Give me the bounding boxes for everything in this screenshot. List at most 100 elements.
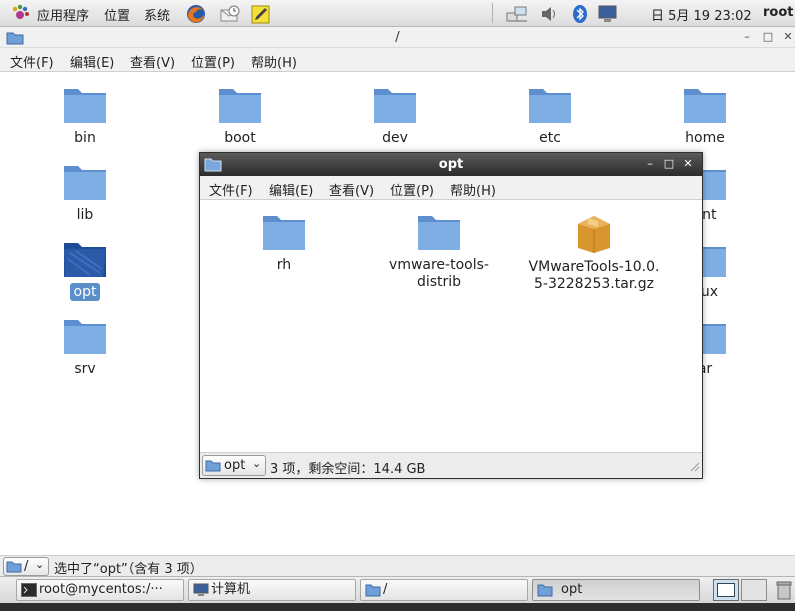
gnome-foot-icon[interactable]	[10, 4, 32, 26]
chevron-down-icon: ⌄	[35, 558, 45, 571]
main-menubar: 文件(F) 编辑(E) 查看(V) 位置(P) 帮助(H)	[0, 48, 795, 72]
close-button[interactable]: ✕	[781, 30, 795, 43]
folder-icon	[537, 584, 553, 597]
main-window-titlebar[interactable]: / – □ ✕	[0, 27, 795, 48]
folder-icon	[64, 243, 106, 277]
opt-window: opt – □ ✕ 文件(F) 编辑(E) 查看(V) 位置(P) 帮助(H) …	[199, 152, 703, 479]
folder-label-line1: vmware-tools-	[389, 257, 489, 273]
bluetooth-icon[interactable]	[569, 3, 591, 25]
volume-icon[interactable]	[538, 3, 560, 25]
panel-separator	[492, 3, 493, 23]
folder-item[interactable]: dev	[340, 85, 450, 147]
folder-item-vmware-tools-distrib[interactable]: vmware-tools-distrib	[384, 212, 494, 292]
terminal-icon	[21, 583, 37, 597]
folder-icon	[64, 320, 106, 354]
network-icon[interactable]	[505, 3, 527, 25]
taskbar-item-terminal[interactable]: root@mycentos:/···	[16, 579, 184, 601]
folder-label: home	[685, 130, 725, 146]
taskbar-label: opt	[561, 582, 583, 597]
mail-client-icon[interactable]	[219, 3, 241, 25]
taskbar-label: root@mycentos:/···	[39, 582, 163, 597]
folder-label: boot	[224, 130, 256, 146]
places-menu[interactable]: 位置	[104, 5, 130, 24]
maximize-button[interactable]: □	[761, 30, 775, 43]
trash-icon[interactable]	[775, 579, 793, 601]
archive-label-line2: 5-3228253.tar.gz	[534, 276, 654, 292]
folder-label: etc	[539, 130, 561, 146]
menu-view[interactable]: 查看(V)	[329, 180, 374, 199]
folder-label-line2: distrib	[416, 274, 462, 290]
archive-item-vmwaretools[interactable]: VMwareTools-10.0. 5-3228253.tar.gz	[524, 212, 664, 294]
minimize-button[interactable]: –	[644, 157, 656, 170]
folder-label: srv	[74, 361, 96, 377]
status-text: 选中了“opt”（含有 3 项）	[54, 562, 203, 577]
folder-icon	[529, 89, 571, 123]
notes-icon[interactable]	[250, 3, 272, 25]
folder-item[interactable]: lib	[30, 162, 140, 224]
taskbar-item-opt-folder[interactable]: opt	[532, 579, 700, 601]
menu-places[interactable]: 位置(P)	[390, 180, 434, 199]
taskbar-label: 计算机	[211, 582, 251, 597]
chevron-down-icon: ⌄	[252, 457, 262, 470]
window-title: opt	[438, 157, 464, 172]
minimize-button[interactable]: –	[740, 30, 754, 43]
location-dropdown[interactable]: opt ⌄	[202, 455, 266, 476]
clock[interactable]: 日 5月 19 23:02	[651, 5, 752, 24]
folder-item[interactable]: etc	[495, 85, 605, 147]
archive-label: VMwareTools-10.0. 5-3228253.tar.gz	[525, 258, 664, 294]
top-panel: 应用程序 位置 系统 日 5月 19 23:02 root	[0, 0, 795, 27]
user-name[interactable]: root	[763, 5, 794, 20]
folder-icon	[374, 89, 416, 123]
maximize-button[interactable]: □	[663, 157, 675, 170]
resize-grip-icon[interactable]	[688, 460, 700, 476]
menu-edit[interactable]: 编辑(E)	[269, 180, 313, 199]
folder-label: lib	[76, 207, 94, 223]
folder-icon	[263, 216, 305, 250]
folder-item[interactable]: boot	[185, 85, 295, 147]
menu-edit[interactable]: 编辑(E)	[70, 52, 114, 71]
folder-label: vmware-tools-distrib	[385, 256, 493, 292]
firefox-icon[interactable]	[185, 3, 207, 25]
folder-icon	[64, 166, 106, 200]
menu-view[interactable]: 查看(V)	[130, 52, 175, 71]
folder-label: opt	[69, 283, 101, 301]
opt-window-titlebar[interactable]: opt – □ ✕	[200, 153, 702, 176]
folder-icon	[64, 89, 106, 123]
applications-menu[interactable]: 应用程序	[37, 5, 89, 24]
folder-item-selected[interactable]: opt	[30, 239, 140, 301]
main-statusbar: / ⌄ 选中了“opt”（含有 3 项）	[0, 555, 795, 577]
workspace-1[interactable]	[713, 579, 739, 601]
folder-label: dev	[382, 130, 408, 146]
folder-item[interactable]: home	[650, 85, 760, 147]
archive-icon	[578, 216, 610, 253]
system-menu[interactable]: 系统	[144, 5, 170, 24]
folder-icon	[365, 584, 381, 597]
folder-icon	[219, 89, 261, 123]
opt-statusbar: opt ⌄ 3 项，剩余空间：14.4 GB	[200, 452, 702, 478]
folder-icon	[6, 561, 22, 573]
folder-item[interactable]: bin	[30, 85, 140, 147]
menu-help[interactable]: 帮助(H)	[450, 180, 496, 199]
folder-label: bin	[74, 130, 96, 146]
archive-label-line1: VMwareTools-10.0.	[528, 259, 660, 275]
folder-label: rh	[276, 257, 292, 273]
screen-edge	[0, 603, 795, 611]
menu-places[interactable]: 位置(P)	[191, 52, 235, 71]
opt-file-view[interactable]: rh vmware-tools-distrib VMwareTools-10.0…	[200, 200, 702, 452]
folder-icon	[418, 216, 460, 250]
menu-file[interactable]: 文件(F)	[209, 180, 253, 199]
folder-item-rh[interactable]: rh	[229, 212, 339, 274]
taskbar-item-computer[interactable]: 计算机	[188, 579, 356, 601]
menu-help[interactable]: 帮助(H)	[251, 52, 297, 71]
workspace-2[interactable]	[741, 579, 767, 601]
path-value: /	[24, 559, 29, 574]
location-value: opt	[224, 458, 246, 473]
taskbar-item-root-folder[interactable]: /	[360, 579, 528, 601]
window-title: /	[395, 30, 400, 45]
menu-file[interactable]: 文件(F)	[10, 52, 54, 71]
close-button[interactable]: ✕	[682, 157, 694, 170]
path-dropdown[interactable]: / ⌄	[3, 557, 49, 576]
display-icon[interactable]	[596, 3, 618, 25]
folder-item[interactable]: srv	[30, 316, 140, 378]
folder-icon	[684, 89, 726, 123]
